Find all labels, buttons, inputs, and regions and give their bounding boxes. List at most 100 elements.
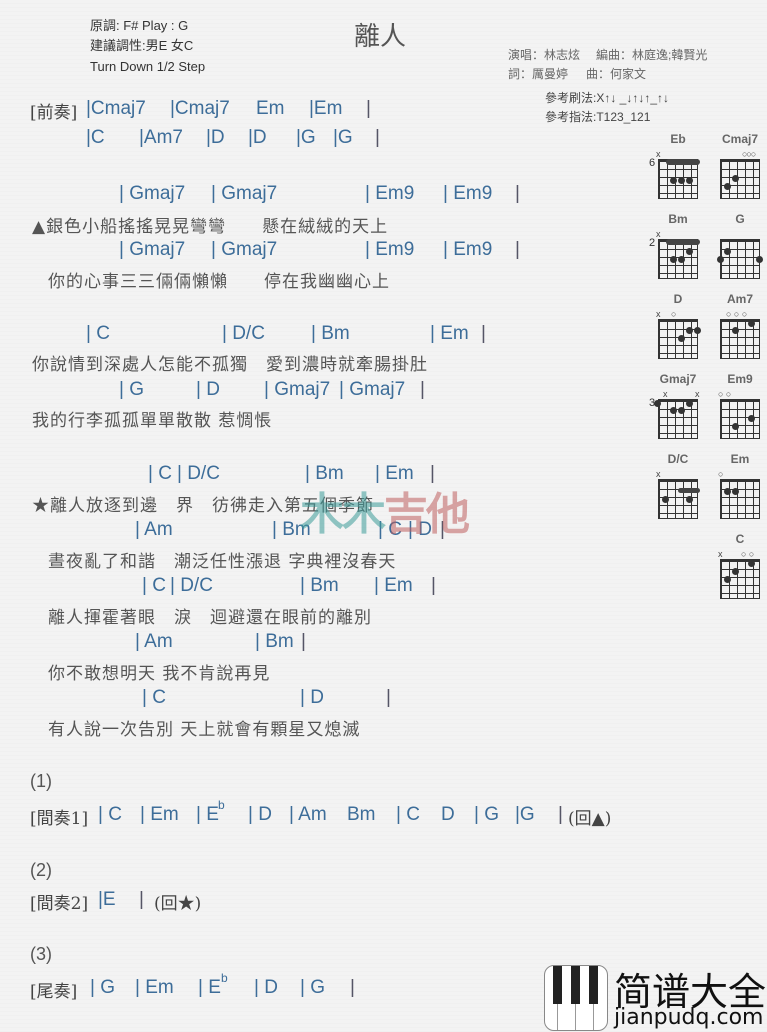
- original-key: 原調: F# Play : G: [90, 18, 189, 33]
- chord: | Em9: [365, 183, 415, 204]
- watermark-logo: 木木吉他: [300, 490, 470, 539]
- chord-diagram-d-over-c: D/C x: [652, 452, 704, 522]
- section-number: (2): [30, 860, 52, 880]
- chord: | C: [148, 463, 172, 484]
- chord: | C: [142, 687, 166, 708]
- repeat-marker: (回▲): [568, 809, 612, 829]
- chord: |D: [248, 127, 267, 148]
- outro-label: [尾奏]: [30, 982, 78, 1002]
- chord: | C: [142, 575, 166, 596]
- chord: | D: [300, 687, 324, 708]
- song-title: 離人: [354, 22, 407, 52]
- bar-line: |: [515, 183, 520, 204]
- chord: | Am: [289, 804, 327, 825]
- chord-flat-sup: b: [221, 971, 228, 985]
- chord: |D: [206, 127, 225, 148]
- chord: | D: [254, 977, 278, 998]
- singer-credit: 演唱：林志炫: [508, 48, 581, 62]
- intro-label: [前奏]: [30, 103, 78, 123]
- bar-line: |: [558, 804, 563, 825]
- chord: | Bm: [300, 575, 339, 596]
- chord-flat-sup: b: [218, 798, 225, 812]
- chord: | C: [396, 804, 420, 825]
- bar-line: |: [139, 889, 144, 910]
- bar-line: |: [431, 575, 436, 596]
- chord: |Em: [309, 98, 343, 119]
- chord: | Gmaj7: [119, 239, 186, 260]
- chord: | Am: [135, 519, 173, 540]
- piano-icon: [544, 965, 608, 1031]
- chord: | Gmaj7: [211, 183, 278, 204]
- chord-diagram-bm: Bm x 2: [649, 212, 704, 282]
- chord: | G: [90, 977, 115, 998]
- chord: Bm: [347, 804, 376, 825]
- chord: | Gmaj7: [264, 379, 331, 400]
- chord: | D/C: [222, 323, 265, 344]
- chord: | Am: [135, 631, 173, 652]
- chord: | G: [119, 379, 144, 400]
- bar-line: |: [386, 687, 391, 708]
- lyric-line: ▲銀色小船搖搖晃晃彎彎 懸在絨絨的天上: [32, 217, 389, 237]
- chord: | C: [86, 323, 110, 344]
- lyricist-credit: 詞：厲曼婷: [508, 67, 569, 81]
- chord: | Gmaj7: [339, 379, 406, 400]
- lyric-line: 離人揮霍著眼 淚 迴避還在眼前的離別: [48, 608, 372, 628]
- chord-diagram-am7: Am7 ○ ○ ○: [714, 292, 766, 362]
- chord: D: [441, 804, 455, 825]
- lyric-line: 你不敢想明天 我不肯說再見: [48, 664, 271, 684]
- chord: |G: [515, 804, 535, 825]
- jianpudq-logo: 简谱大全 jianpudq.com: [544, 965, 767, 1032]
- chord-diagram-eb: Eb x 6: [649, 132, 704, 202]
- chord: | C: [98, 804, 122, 825]
- lyric-line: 你的心事三三倆倆懶懶 停在我幽幽心上: [48, 272, 390, 292]
- lyric-line: 有人說一次告別 天上就會有顆星又熄滅: [48, 720, 361, 740]
- chord: | Em: [374, 575, 413, 596]
- bar-line: |: [375, 127, 380, 148]
- section-number: (3): [30, 944, 52, 964]
- strum-pattern: 參考刷法:X↑↓ _↓↑↓↑_↑↓: [545, 91, 670, 105]
- chord: | Em9: [365, 239, 415, 260]
- chord-diagram-em: Em ○: [714, 452, 766, 522]
- suggested-key: 建議調性:男E 女C: [90, 38, 194, 53]
- tuning-note: Turn Down 1/2 Step: [90, 59, 206, 74]
- chord: | G: [300, 977, 325, 998]
- bar-line: |: [515, 239, 520, 260]
- chord: | E: [198, 977, 221, 998]
- chord: |Cmaj7: [86, 98, 146, 119]
- finger-pattern: 參考指法:T123_121: [545, 110, 651, 124]
- bar-line: |: [366, 98, 371, 119]
- lyric-line: 你說情到深處人怎能不孤獨 愛到濃時就牽腸掛肚: [32, 355, 428, 375]
- chord: |Cmaj7: [170, 98, 230, 119]
- chord: | D/C: [170, 575, 213, 596]
- interlude1-label: [間奏1]: [30, 809, 89, 829]
- chord: | Em9: [443, 239, 493, 260]
- chord: | D: [248, 804, 272, 825]
- bar-line: |: [350, 977, 355, 998]
- lyric-line: 晝夜亂了和諧 潮泛任性漲退 字典裡沒春天: [48, 552, 397, 572]
- chord: | Bm: [255, 631, 294, 652]
- chord: |G: [333, 127, 353, 148]
- chord: Em: [256, 98, 285, 119]
- chord: | Gmaj7: [211, 239, 278, 260]
- chord: | E: [196, 804, 219, 825]
- bar-line: |: [420, 379, 425, 400]
- chord-diagram-gmaj7: Gmaj7 x x 3: [649, 372, 704, 442]
- chord: | Gmaj7: [119, 183, 186, 204]
- chord: |G: [296, 127, 316, 148]
- chord-diagram-em9: Em9 ○ ○: [714, 372, 766, 442]
- chord-diagram-g: G: [714, 212, 766, 282]
- bar-line: |: [481, 323, 486, 344]
- chord: | Bm: [311, 323, 350, 344]
- bar-line: |: [301, 631, 306, 652]
- interlude2-label: [間奏2]: [30, 894, 89, 914]
- chord: |E: [98, 889, 116, 910]
- chord-diagram-cmaj7: Cmaj7 ○○○: [714, 132, 766, 202]
- arranger-credit: 編曲：林庭逸;韓賢光: [596, 48, 708, 62]
- repeat-marker: (回★): [154, 894, 202, 914]
- chord-diagram-c: C x ○ ○: [714, 532, 766, 602]
- chord: |C: [86, 127, 105, 148]
- chord: | Em9: [443, 183, 493, 204]
- chord: | Em: [430, 323, 469, 344]
- chord: | Em: [135, 977, 174, 998]
- lyric-line: 我的行李孤孤單單散散 惹惆悵: [32, 411, 273, 431]
